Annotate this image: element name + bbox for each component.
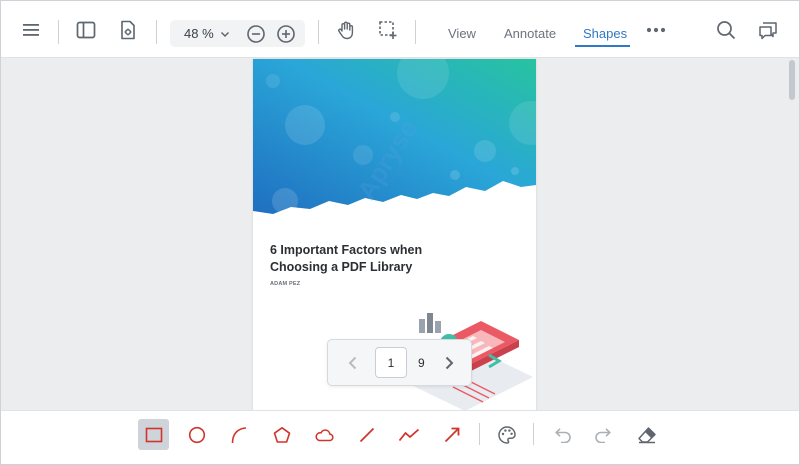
line-tool-button[interactable] [351,419,382,450]
comments-icon [759,21,777,39]
toolbar-divider [415,20,416,44]
zoom-in-icon [277,25,295,43]
search-icon [717,21,736,40]
arc-icon [231,426,246,443]
polyline-icon [398,428,419,441]
toolbar-divider [318,20,319,44]
toggle-panel-button[interactable] [71,15,101,45]
menu-button[interactable] [16,15,46,45]
page-number-input[interactable] [375,347,407,378]
polygon-tool-button[interactable] [266,419,297,450]
area-select-icon [379,21,397,39]
page-total: 9 [418,356,425,370]
vertical-scrollbar[interactable] [785,58,799,410]
more-options-button[interactable] [641,15,671,45]
toolbar-divider [58,20,59,44]
previous-page-button[interactable] [344,353,360,373]
polyline-tool-button[interactable] [393,419,424,450]
active-tab-indicator [575,45,630,47]
next-page-button[interactable] [440,352,458,374]
zoom-in-button[interactable] [271,19,301,49]
document-viewport[interactable]: Apryse 6 Important Factors when Choosing… [1,58,799,410]
arrow-icon [444,427,459,442]
tab-annotate[interactable]: Annotate [504,26,556,41]
left-panel-toggle-icon [76,21,96,39]
chevron-right-icon [445,356,453,370]
top-toolbar: 48 % View Annotate Shapes [1,1,799,58]
cloud-tool-button[interactable] [308,419,339,450]
eraser-button[interactable] [631,419,662,450]
ellipse-icon [188,426,205,443]
zoom-dropdown-button[interactable] [210,19,240,49]
line-icon [359,427,374,442]
tab-shapes[interactable]: Shapes [583,26,627,41]
cloud-icon [314,428,334,441]
redo-button[interactable] [588,419,619,450]
hamburger-menu-icon [23,24,39,36]
arrow-tool-button[interactable] [436,419,467,450]
document-title-line: Choosing a PDF Library [270,260,413,274]
rectangle-icon [145,427,162,442]
eraser-icon [637,426,656,443]
palette-icon [497,425,516,444]
toolbar-divider [533,423,534,445]
scrollbar-thumb[interactable] [789,60,795,100]
document-title-line: 6 Important Factors when [270,243,423,257]
polygon-icon [273,426,290,443]
pan-hand-icon [338,21,354,40]
toolbar-divider [479,423,480,445]
rectangle-tool-button[interactable] [138,419,169,450]
area-select-button[interactable] [373,15,403,45]
more-dots-icon [646,27,666,33]
document-settings-button[interactable] [113,15,143,45]
search-button[interactable] [711,15,741,45]
undo-icon [554,427,571,443]
document-settings-icon [121,20,135,40]
zoom-out-icon [247,25,265,43]
undo-button[interactable] [546,419,577,450]
pdf-viewer-app: 48 % View Annotate Shapes Apryse 6 Impor… [0,0,800,465]
zoom-out-button[interactable] [241,19,271,49]
arc-tool-button[interactable] [223,419,254,450]
chevron-left-icon [348,356,356,370]
page-navigator: 9 [327,339,472,386]
redo-icon [594,427,611,443]
tab-view[interactable]: View [448,26,476,41]
pan-tool-button[interactable] [331,15,361,45]
shapes-toolbar [1,410,799,464]
toolbar-divider [156,20,157,44]
ellipse-tool-button[interactable] [181,419,212,450]
document-title: 6 Important Factors when Choosing a PDF … [270,242,470,276]
style-palette-button[interactable] [491,419,522,450]
comments-panel-button[interactable] [753,15,783,45]
document-author: ADAM PEZ [270,281,301,287]
chevron-down-icon [220,31,230,37]
